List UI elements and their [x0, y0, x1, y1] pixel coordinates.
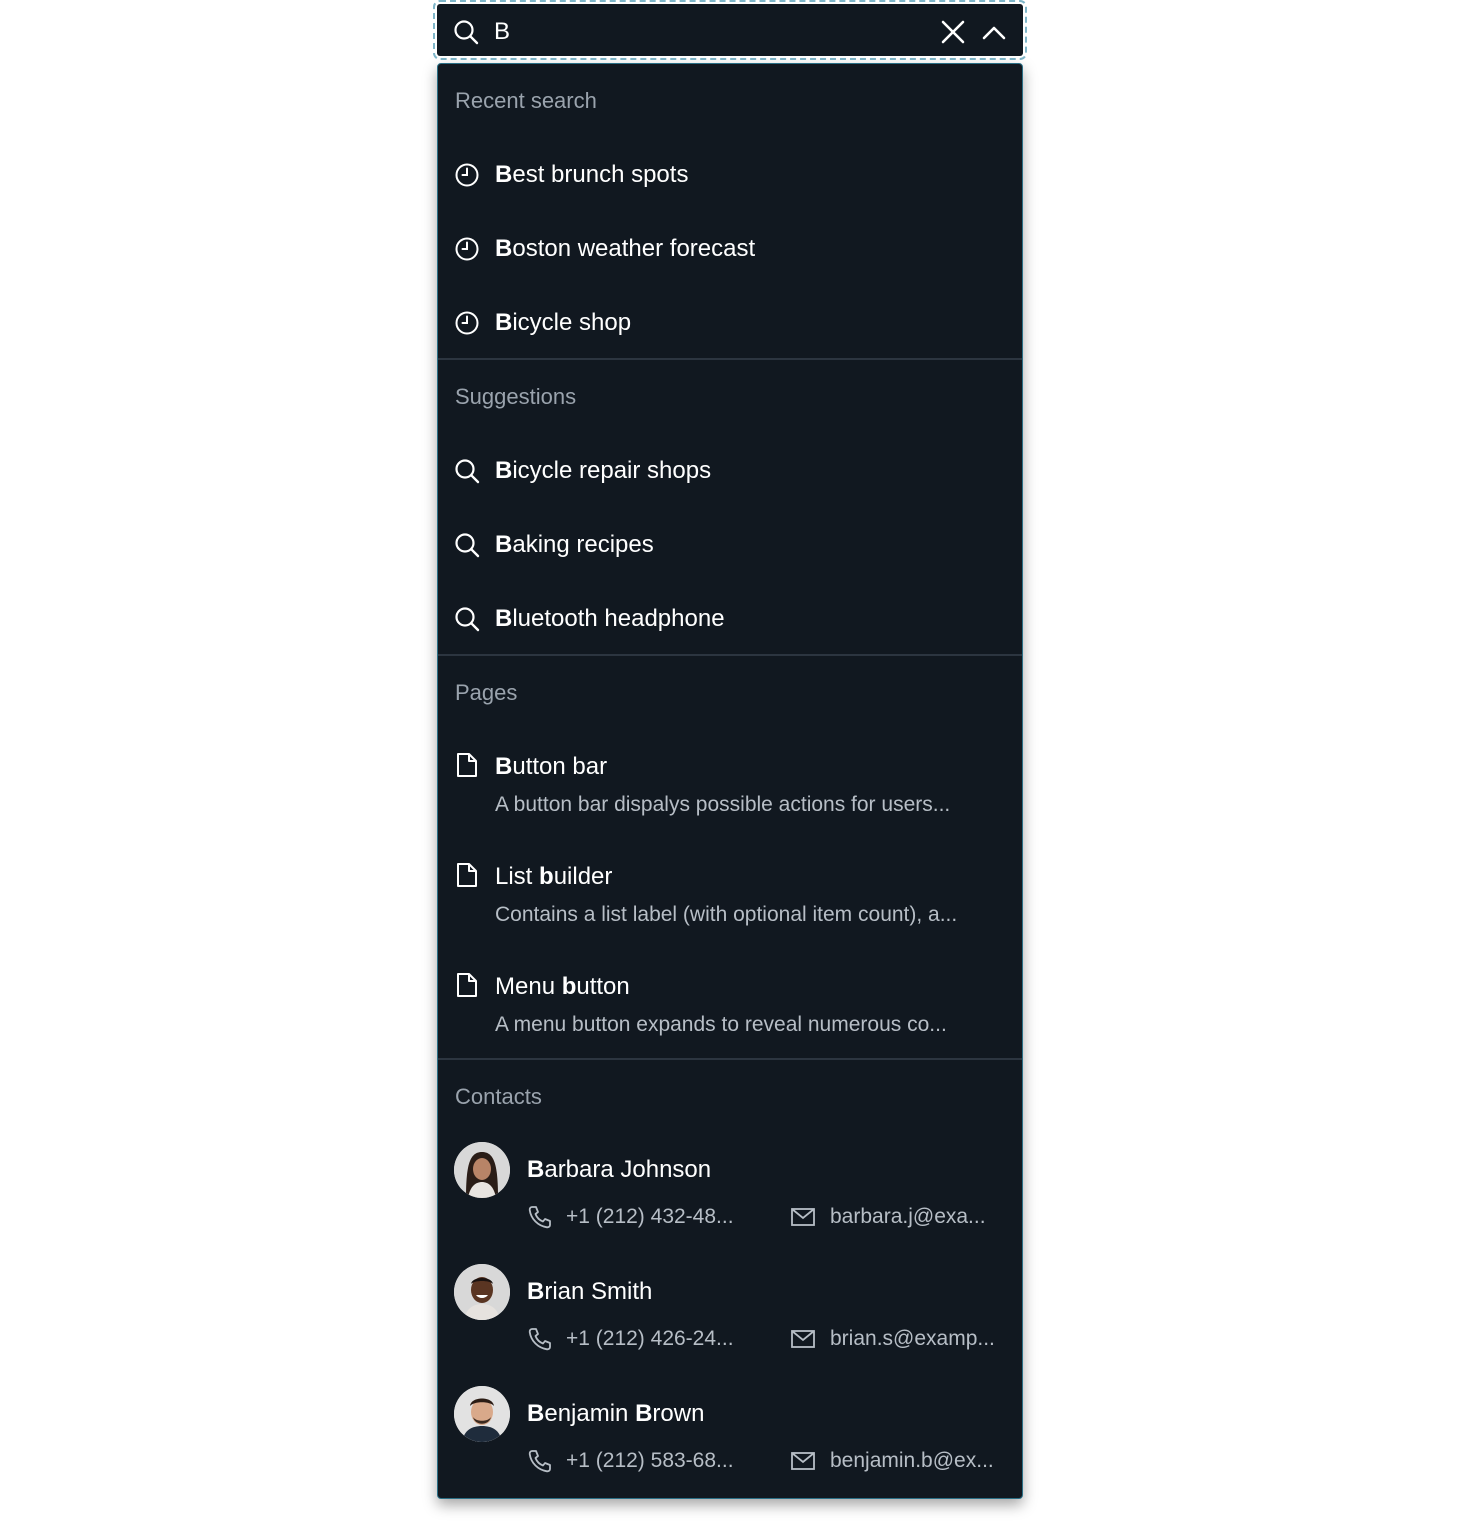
search-icon	[455, 533, 480, 558]
search-input[interactable]: B	[494, 18, 510, 46]
mail-icon	[791, 1330, 815, 1348]
page-title-prefix: List	[495, 863, 540, 890]
match-highlight: b	[539, 863, 554, 890]
suggestion-item[interactable]: Baking recipes	[438, 514, 1022, 578]
document-icon	[457, 863, 477, 887]
clock-icon	[455, 163, 479, 187]
section-title: Suggestions	[455, 384, 577, 409]
match-highlight: B	[527, 1156, 545, 1183]
recent-search-section: Recent search Best brunch spots Boston w…	[438, 64, 1022, 358]
section-title: Recent search	[455, 88, 597, 113]
match-highlight: B	[495, 753, 513, 780]
page-description: Contains a list label (with optional ite…	[495, 903, 958, 926]
contacts-section: Contacts Barbara Johnson +1 (212) 432-48…	[438, 1058, 1022, 1498]
page-description: A menu button expands to reveal numerous…	[495, 1013, 947, 1036]
search-bar[interactable]: B	[433, 0, 1027, 60]
search-icon	[454, 20, 479, 45]
close-icon[interactable]	[940, 19, 966, 45]
suggestion-label: icycle repair shops	[512, 457, 712, 484]
suggestions-section: Suggestions Bicycle repair shops Baking …	[438, 358, 1022, 654]
match-highlight: b	[561, 973, 577, 1000]
phone-icon	[528, 1328, 551, 1351]
contact-item[interactable]: Barbara Johnson +1 (212) 432-48... barba…	[438, 1140, 1022, 1258]
recent-search-label: est brunch spots	[512, 161, 689, 188]
search-results-dropdown: Recent search Best brunch spots Boston w…	[437, 63, 1023, 1499]
pages-section: Pages Button bar A button bar dispalys p…	[438, 654, 1022, 1058]
search-icon	[455, 607, 480, 632]
contact-email[interactable]: barbara.j@exa...	[830, 1204, 986, 1230]
document-icon	[457, 753, 477, 777]
avatar	[454, 1386, 510, 1442]
suggestion-label: luetooth headphone	[512, 605, 725, 632]
contact-phone[interactable]: +1 (212) 426-24...	[566, 1326, 734, 1352]
chevron-up-icon[interactable]	[981, 20, 1007, 46]
suggestion-item[interactable]: Bicycle repair shops	[438, 440, 1022, 504]
match-highlight: B	[495, 531, 513, 558]
contact-item[interactable]: Benjamin Brown +1 (212) 583-68... benjam…	[438, 1384, 1022, 1498]
match-highlight: B	[495, 309, 513, 336]
suggestion-item[interactable]: Bluetooth headphone	[438, 588, 1022, 652]
match-highlight: B	[635, 1400, 653, 1427]
contact-name: arbara Johnson	[544, 1156, 712, 1183]
clock-icon	[455, 311, 479, 335]
recent-search-label: icycle shop	[512, 309, 632, 336]
contact-phone[interactable]: +1 (212) 432-48...	[566, 1204, 734, 1230]
suggestion-label: aking recipes	[512, 531, 654, 558]
match-highlight: B	[495, 235, 513, 262]
recent-search-item[interactable]: Bicycle shop	[438, 292, 1022, 356]
recent-search-item[interactable]: Boston weather forecast	[438, 218, 1022, 282]
page-result-item[interactable]: List builder Contains a list label (with…	[438, 846, 1022, 950]
contact-name-last: rown	[652, 1400, 705, 1427]
match-highlight: B	[495, 161, 513, 188]
recent-search-label: oston weather forecast	[512, 235, 756, 262]
mail-icon	[791, 1452, 815, 1470]
page-title-rest: utton bar	[512, 753, 608, 780]
contact-name: enjamin	[544, 1400, 636, 1427]
match-highlight: B	[495, 605, 513, 632]
match-highlight: B	[495, 457, 513, 484]
document-icon	[457, 973, 477, 997]
page-result-item[interactable]: Menu button A menu button expands to rev…	[438, 956, 1022, 1060]
section-title: Contacts	[455, 1084, 542, 1109]
clock-icon	[455, 237, 479, 261]
contact-name: rian Smith	[544, 1278, 653, 1305]
match-highlight: B	[527, 1278, 545, 1305]
page-description: A button bar dispalys possible actions f…	[495, 793, 951, 816]
contact-email[interactable]: benjamin.b@ex...	[830, 1448, 994, 1474]
page-title-rest: uilder	[553, 863, 613, 890]
match-highlight: B	[527, 1400, 545, 1427]
avatar	[454, 1264, 510, 1320]
page-result-item[interactable]: Button bar A button bar dispalys possibl…	[438, 736, 1022, 840]
contact-email[interactable]: brian.s@examp...	[830, 1326, 995, 1352]
mail-icon	[791, 1208, 815, 1226]
phone-icon	[528, 1206, 551, 1229]
recent-search-item[interactable]: Best brunch spots	[438, 144, 1022, 208]
phone-icon	[528, 1450, 551, 1473]
contact-item[interactable]: Brian Smith +1 (212) 426-24... brian.s@e…	[438, 1262, 1022, 1380]
avatar	[454, 1142, 510, 1198]
page-title-rest: utton	[576, 973, 630, 1000]
section-title: Pages	[455, 680, 518, 705]
page-title-prefix: Menu	[495, 973, 562, 1000]
search-icon	[455, 459, 480, 484]
contact-phone[interactable]: +1 (212) 583-68...	[566, 1448, 734, 1474]
